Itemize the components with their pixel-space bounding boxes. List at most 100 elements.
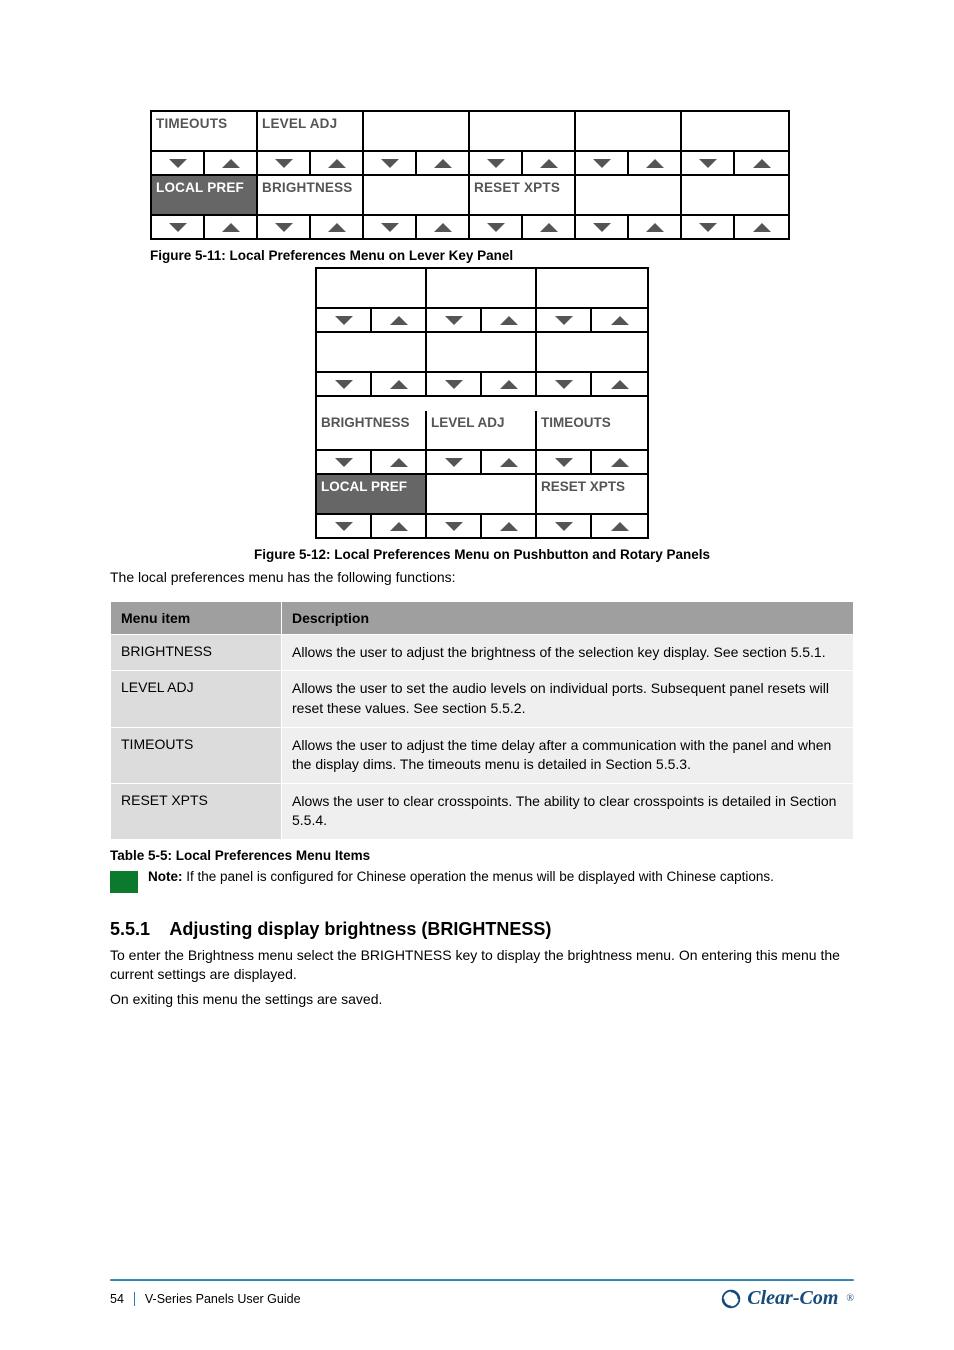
arrow-up-icon	[372, 309, 427, 331]
arrow-down-icon	[427, 451, 482, 473]
figure-caption: Figure 5-11: Local Preferences Menu on L…	[150, 248, 854, 263]
fig1-arrows	[152, 150, 788, 176]
fig1-arrows	[152, 214, 788, 238]
panel-cell	[427, 269, 537, 307]
fig2-label-row: BRIGHTNESSLEVEL ADJTIMEOUTS	[317, 411, 647, 449]
brand-icon	[721, 1289, 741, 1309]
arrow-down-icon	[427, 515, 482, 537]
arrow-up-icon	[629, 152, 682, 174]
arrow-down-icon	[576, 152, 629, 174]
arrow-up-icon	[629, 216, 682, 238]
table-caption: Table 5-5: Local Preferences Menu Items	[110, 848, 854, 863]
fig2-label-row	[317, 333, 647, 371]
panel-cell: BRIGHTNESS	[317, 411, 427, 449]
arrow-down-icon	[682, 152, 735, 174]
arrow-down-icon	[427, 309, 482, 331]
arrow-up-icon	[205, 152, 258, 174]
figure-pushbutton-panel: BRIGHTNESSLEVEL ADJTIMEOUTS LOCAL PREF RES…	[315, 267, 649, 539]
arrow-down-icon	[258, 216, 311, 238]
panel-cell: TIMEOUTS	[152, 112, 258, 150]
figure-lever-key-panel: TIMEOUTS LEVEL ADJ LOCAL PREF BRIGHTNESS…	[150, 110, 790, 240]
arrow-up-icon	[482, 373, 537, 395]
table-row: BRIGHTNESSAllows the user to adjust the …	[111, 634, 854, 671]
section-paragraph: To enter the Brightness menu select the …	[110, 946, 854, 984]
panel-cell: LEVEL ADJ	[427, 411, 537, 449]
arrow-down-icon	[364, 152, 417, 174]
arrow-up-icon	[735, 152, 788, 174]
arrow-down-icon	[537, 515, 592, 537]
arrow-up-icon	[372, 451, 427, 473]
menu-item-name: BRIGHTNESS	[111, 634, 282, 671]
panel-cell	[576, 112, 682, 150]
arrow-up-icon	[482, 309, 537, 331]
arrow-down-icon	[537, 373, 592, 395]
table-header-menu: Menu item	[111, 601, 282, 634]
section-title: Adjusting display brightness (BRIGHTNESS…	[169, 919, 551, 939]
arrow-up-icon	[735, 216, 788, 238]
arrow-up-icon	[372, 515, 427, 537]
section-number: 5.5.1	[110, 919, 150, 939]
panel-cell: BRIGHTNESS	[258, 176, 364, 214]
note-icon	[110, 871, 138, 893]
table-row: RESET XPTSAlows the user to clear crossp…	[111, 783, 854, 839]
panel-cell: RESET XPTS	[537, 475, 647, 513]
panel-cell	[317, 269, 427, 307]
fig2-label-row	[317, 269, 647, 307]
panel-cell	[427, 333, 537, 371]
fig2-arrow-row	[317, 449, 647, 475]
arrow-down-icon	[470, 216, 523, 238]
menu-item-desc: Alows the user to clear crosspoints. The…	[282, 783, 854, 839]
panel-cell: LEVEL ADJ	[258, 112, 364, 150]
arrow-down-icon	[427, 373, 482, 395]
table-header-desc: Description	[282, 601, 854, 634]
arrow-down-icon	[364, 216, 417, 238]
panel-cell	[576, 176, 682, 214]
panel-cell	[682, 112, 788, 150]
arrow-down-icon	[152, 152, 205, 174]
note: Note: If the panel is configured for Chi…	[110, 869, 854, 893]
panel-cell: RESET XPTS	[470, 176, 576, 214]
arrow-up-icon	[592, 451, 647, 473]
arrow-up-icon	[372, 373, 427, 395]
fig1-row1: TIMEOUTS LEVEL ADJ	[152, 112, 788, 150]
fig2-label-row: LOCAL PREF RESET XPTS	[317, 475, 647, 513]
arrow-down-icon	[682, 216, 735, 238]
panel-cell-selected: LOCAL PREF	[317, 475, 427, 513]
panel-cell: TIMEOUTS	[537, 411, 647, 449]
arrow-down-icon	[537, 309, 592, 331]
arrow-down-icon	[258, 152, 311, 174]
arrow-up-icon	[523, 216, 576, 238]
arrow-up-icon	[311, 216, 364, 238]
arrow-up-icon	[592, 373, 647, 395]
intro-text: The local preferences menu has the follo…	[110, 568, 854, 587]
arrow-down-icon	[317, 451, 372, 473]
page-footer: 54 V-Series Panels User Guide Clear-Com®	[110, 1279, 854, 1310]
panel-cell	[470, 112, 576, 150]
brand-logo: Clear-Com®	[721, 1287, 854, 1310]
footer-page-number: 54	[110, 1292, 135, 1306]
panel-cell	[364, 112, 470, 150]
fig2-arrow-row	[317, 371, 647, 397]
arrow-up-icon	[523, 152, 576, 174]
arrow-up-icon	[592, 309, 647, 331]
table-row: TIMEOUTSAllows the user to adjust the ti…	[111, 727, 854, 783]
menu-item-name: RESET XPTS	[111, 783, 282, 839]
panel-cell	[427, 475, 537, 513]
arrow-down-icon	[576, 216, 629, 238]
figure-caption: Figure 5-12: Local Preferences Menu on P…	[110, 547, 854, 562]
fig1-row2: LOCAL PREF BRIGHTNESS RESET XPTS	[152, 176, 788, 214]
arrow-up-icon	[311, 152, 364, 174]
brand-name: Clear-Com	[747, 1287, 838, 1310]
arrow-up-icon	[482, 515, 537, 537]
table-row: LEVEL ADJAllows the user to set the audi…	[111, 671, 854, 727]
menu-item-desc: Allows the user to adjust the brightness…	[282, 634, 854, 671]
panel-cell	[317, 333, 427, 371]
fig2-arrow-row	[317, 513, 647, 537]
menu-table: Menu item Description BRIGHTNESSAllows t…	[110, 601, 854, 840]
arrow-down-icon	[317, 309, 372, 331]
arrow-down-icon	[317, 515, 372, 537]
arrow-down-icon	[470, 152, 523, 174]
menu-item-desc: Allows the user to set the audio levels …	[282, 671, 854, 727]
footer-doc-title: V-Series Panels User Guide	[145, 1292, 301, 1306]
panel-cell	[364, 176, 470, 214]
